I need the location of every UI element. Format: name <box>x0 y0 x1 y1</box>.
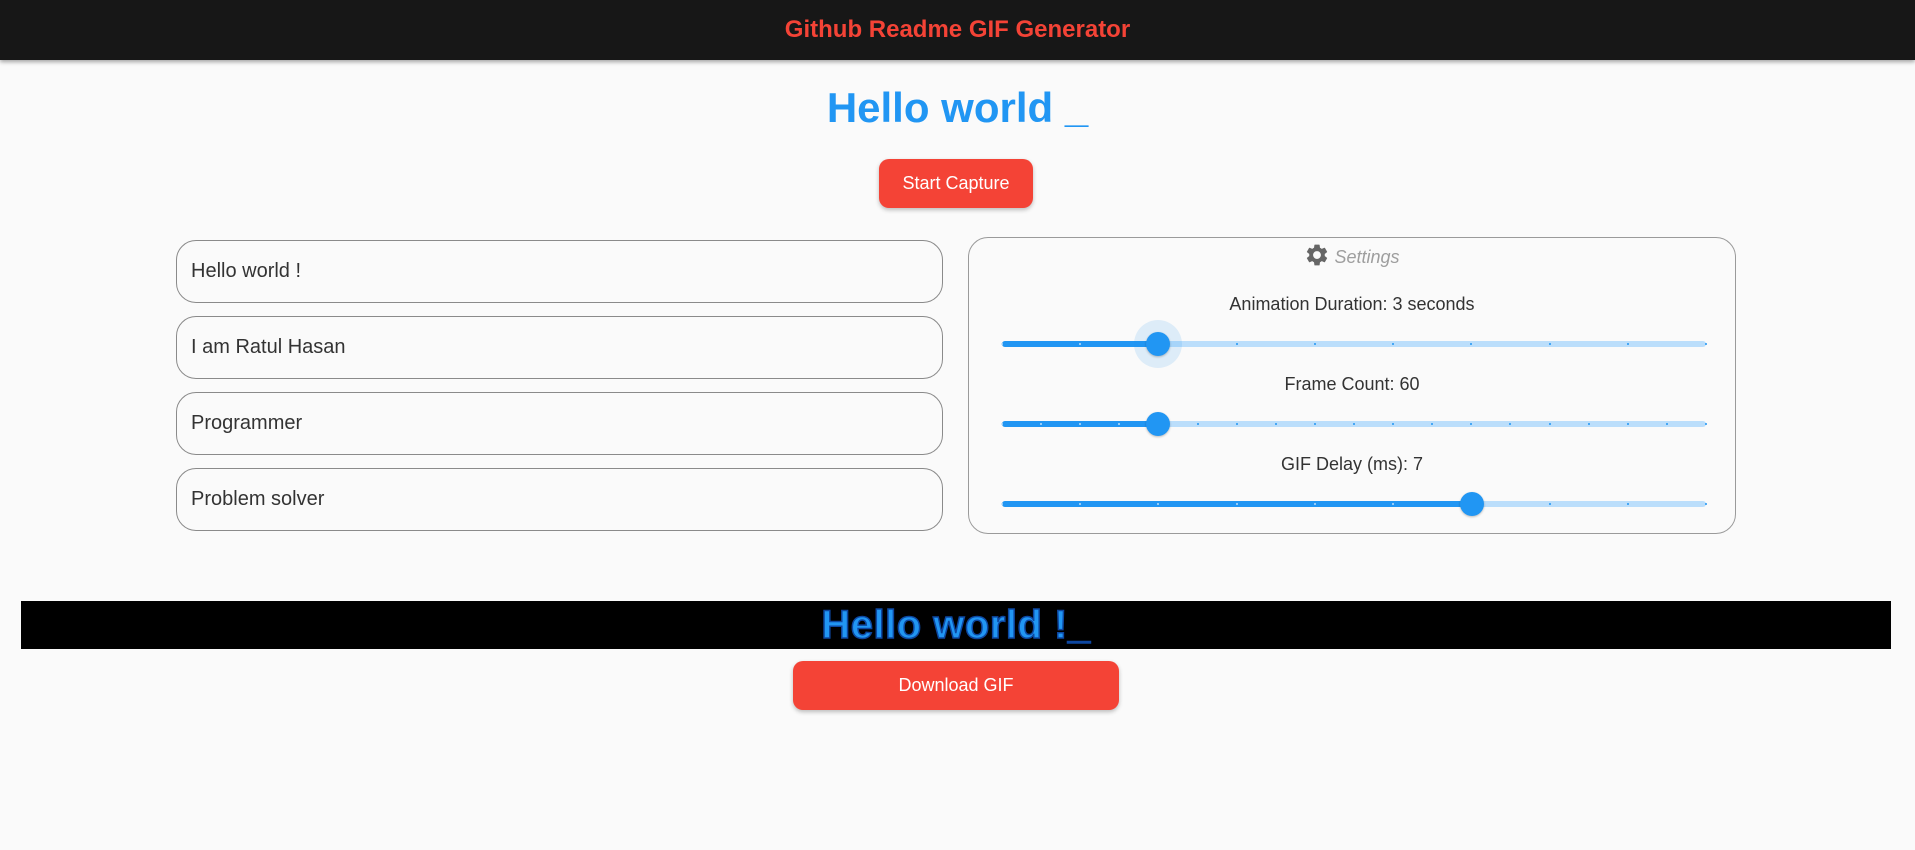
slider-tick <box>1665 423 1668 425</box>
slider-thumb[interactable] <box>1146 412 1171 436</box>
text-line-field-1[interactable]: Hello world ! <box>176 240 943 303</box>
slider-tick <box>1235 503 1238 505</box>
gif-delay-slider[interactable] <box>1001 484 1707 524</box>
settings-header: Settings <box>969 242 1735 273</box>
slider-tick <box>1235 343 1238 345</box>
slider-tick <box>1587 423 1590 425</box>
animation-duration-label: Animation Duration: 3 seconds <box>1229 294 1475 314</box>
frame-count-label: Frame Count: 60 <box>1284 374 1420 394</box>
slider-tick <box>1313 423 1316 425</box>
animation-duration-slider[interactable] <box>1001 320 1707 368</box>
start-capture-button[interactable]: Start Capture <box>879 159 1033 208</box>
gif-delay-label: GIF Delay (ms): 7 <box>1280 454 1423 474</box>
slider-tick <box>1196 423 1199 425</box>
slider-thumb[interactable] <box>1459 492 1484 516</box>
slider-tick <box>1548 343 1551 345</box>
slider-tick <box>1001 503 1003 505</box>
slider-tick <box>1705 503 1707 505</box>
slider-tick <box>1001 423 1003 425</box>
settings-panel: Settings Animation Duration: 3 seconds F… <box>968 237 1736 534</box>
slider-tick <box>1705 343 1707 345</box>
slider-tick <box>1313 343 1316 345</box>
app-bar: Github Readme GIF Generator <box>0 0 1915 60</box>
text-line-field-4[interactable]: Problem solver <box>176 468 943 531</box>
text-line-field-3[interactable]: Programmer <box>176 392 943 455</box>
gear-icon <box>1304 242 1330 273</box>
slider-tick <box>1001 343 1003 345</box>
text-line-field-2[interactable]: I am Ratul Hasan <box>176 316 943 379</box>
slider-tick <box>1313 503 1316 505</box>
slider-tick <box>1626 343 1629 345</box>
download-gif-button[interactable]: Download GIF <box>793 661 1119 710</box>
slider-tick <box>1626 503 1629 505</box>
slider-tick <box>1548 503 1551 505</box>
slider-tick <box>1548 423 1551 425</box>
slider-tick <box>1353 423 1355 425</box>
slider-tick <box>1274 423 1277 425</box>
settings-title: Settings <box>1334 247 1400 267</box>
slider-tick <box>1705 423 1707 425</box>
slider-tick <box>1626 423 1629 425</box>
slider-tick <box>1235 423 1238 425</box>
typing-preview-text: Hello world _ <box>826 84 1089 131</box>
gif-preview-frame: Hello world !_ <box>21 601 1891 649</box>
frame-count-slider[interactable] <box>1001 404 1707 444</box>
app-title: Github Readme GIF Generator <box>784 16 1131 43</box>
gif-preview-text: Hello world !_ <box>821 602 1091 648</box>
